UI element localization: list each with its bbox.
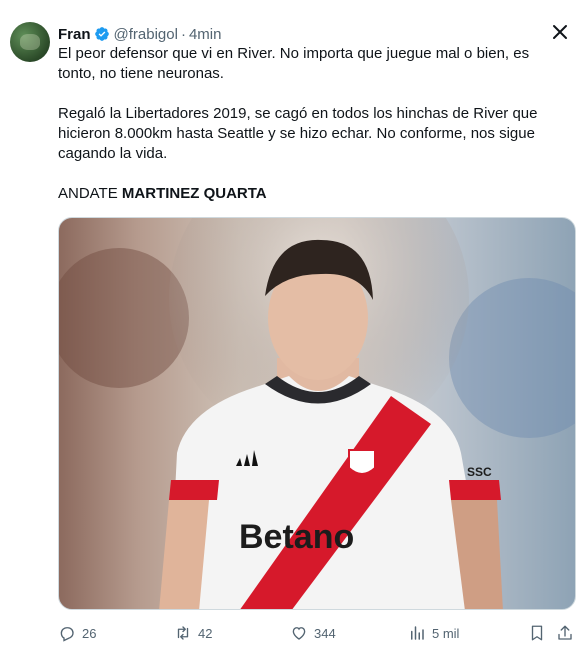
author-handle[interactable]: @frabigol	[114, 26, 178, 43]
repost-count: 42	[198, 625, 213, 641]
like-button[interactable]: 344	[290, 622, 336, 644]
tweet-paragraph-3-prefix: ANDATE	[58, 185, 122, 202]
views-button[interactable]: 5 mil	[408, 622, 459, 644]
share-button[interactable]	[556, 622, 574, 644]
bookmark-icon	[531, 625, 543, 641]
tweet-paragraph-2: Regaló la Libertadores 2019, se cagó en …	[58, 105, 538, 162]
author-avatar[interactable]	[10, 22, 50, 62]
tweet-text: El peor defensor que vi en River. No imp…	[58, 44, 568, 224]
tweet-paragraph-1: El peor defensor que vi en River. No imp…	[58, 45, 530, 82]
tweet-time[interactable]: 4min	[189, 26, 222, 43]
kit-text: SSC	[467, 465, 492, 479]
reply-button[interactable]: 26	[58, 622, 96, 644]
like-count: 344	[314, 625, 336, 641]
tweet-paragraph-3-bold: MARTINEZ QUARTA	[121, 185, 267, 202]
tweet-header: Fran @frabigol · 4min	[58, 24, 221, 44]
author-name[interactable]: Fran	[58, 26, 91, 43]
repost-button[interactable]: 42	[174, 622, 212, 644]
views-count: 5 mil	[432, 625, 460, 641]
views-icon	[411, 626, 424, 640]
verified-badge-icon	[94, 26, 110, 42]
separator-dot: ·	[180, 25, 186, 43]
repost-icon	[177, 626, 189, 640]
reply-icon	[60, 627, 74, 642]
sponsor-text: Betano	[239, 518, 354, 556]
close-icon[interactable]	[548, 20, 572, 44]
bookmark-button[interactable]	[528, 622, 546, 644]
tweet-card: Fran @frabigol · 4min El peor defensor q…	[0, 0, 584, 646]
tweet-actions: 26 42 344 5 mil	[58, 622, 578, 644]
tweet-media-image[interactable]: Betano SSC	[58, 217, 576, 610]
share-icon	[558, 625, 572, 640]
tweet-paragraph-3: ANDATE MARTINEZ QUARTA	[58, 184, 568, 204]
heart-icon	[292, 627, 306, 640]
reply-count: 26	[82, 625, 97, 641]
